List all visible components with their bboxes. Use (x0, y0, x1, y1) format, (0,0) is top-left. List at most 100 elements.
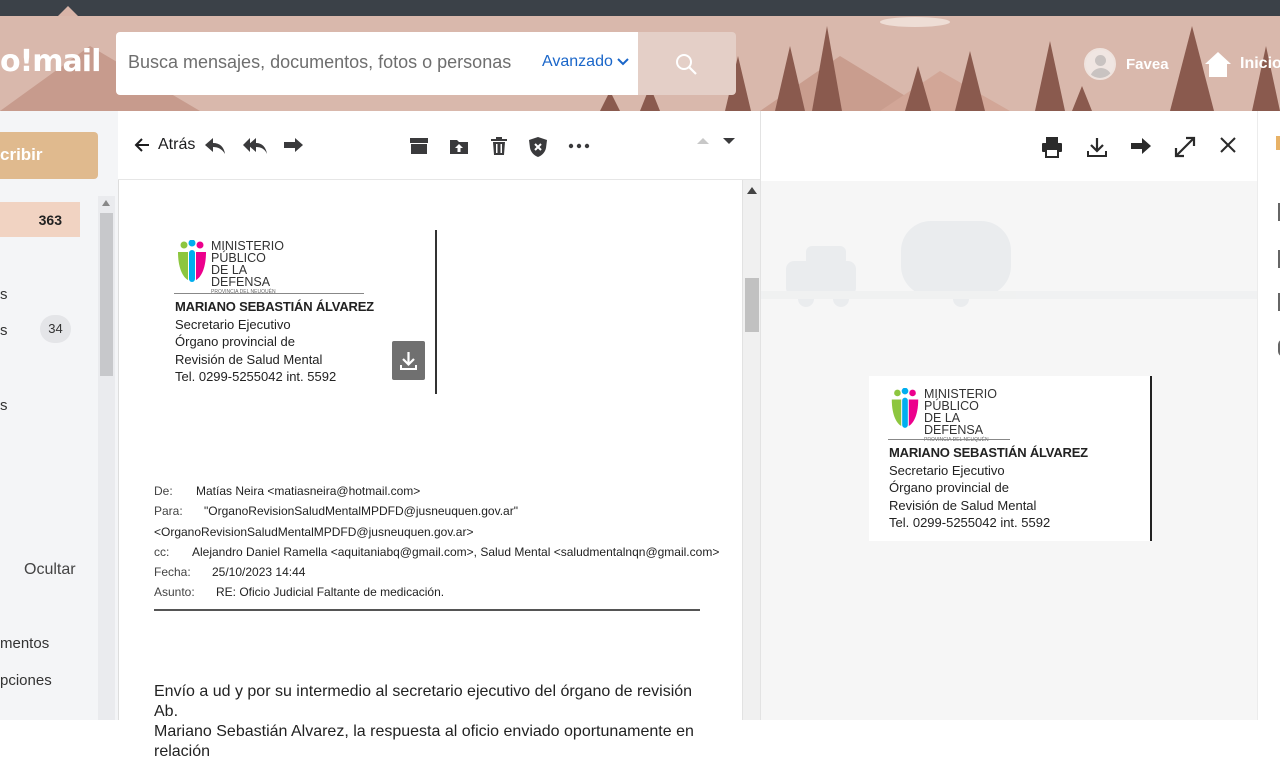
search-button[interactable] (638, 32, 736, 95)
sidebar-item-documents[interactable]: mentos (0, 635, 49, 652)
home-icon (1205, 52, 1231, 77)
spam-button[interactable] (528, 136, 548, 158)
rail-icon-1[interactable] (1276, 136, 1280, 150)
preview-phone: Tel. 0299-5255042 int. 5592 (889, 515, 1051, 531)
signature-role: Secretario Ejecutivo (175, 316, 291, 332)
from-value: Matías Neira <matiasneira@hotmail.com> (196, 484, 421, 498)
chevron-down-icon (617, 54, 629, 69)
scroll-thumb[interactable] (745, 278, 759, 332)
reply-button[interactable] (204, 136, 226, 156)
sidebar-item-inbox[interactable]: 363 (0, 202, 80, 237)
inbox-count: 363 (38, 212, 62, 228)
forward-attachment-button[interactable] (1130, 136, 1152, 156)
preview-org-line-4: PROVINCIA DEL NEUQUÉN (924, 437, 989, 443)
sidebar-item-2[interactable]: s (0, 322, 8, 339)
preview-divider (888, 439, 1010, 440)
reply-all-icon (243, 138, 267, 154)
triangle-up-icon (697, 138, 709, 144)
cc-value: Alejandro Daniel Ramella <aquitaniabq@gm… (192, 544, 720, 559)
ministry-logo-icon (178, 240, 206, 282)
scroll-up-arrow[interactable] (102, 200, 110, 206)
ministry-logo-icon (891, 388, 919, 428)
move-to-folder-icon (450, 140, 468, 154)
sidebar-scrollbar[interactable] (98, 196, 115, 720)
advanced-label: Avanzado (542, 53, 613, 70)
user-name: Favea (1126, 55, 1169, 73)
fullscreen-button[interactable] (1174, 136, 1196, 158)
triangle-down-icon (723, 138, 735, 144)
previous-message-button[interactable] (696, 136, 710, 146)
message-toolbar: Atrás (118, 111, 760, 180)
scroll-up-arrow[interactable] (747, 187, 757, 194)
subject-label: Asunto: (154, 585, 195, 600)
preview-name: MARIANO SEBASTIÁN ÁLVAREZ (889, 445, 1088, 460)
signature-org-b: Revisión de Salud Mental (175, 351, 323, 367)
header-divider (154, 609, 700, 611)
cc-label: cc: (154, 544, 170, 559)
email-header-details: De: Matías Neira <matiasneira@hotmail.com… (154, 484, 719, 611)
date-label: Fecha: (154, 565, 191, 580)
body-line-2: Mariano Sebastián Alvarez, la respuesta … (154, 723, 694, 760)
attachment-image[interactable]: MINISTERIO PÚBLICO DE LA DEFENSA PROVINC… (869, 376, 1152, 541)
date-value: 25/10/2023 14:44 (212, 565, 306, 580)
reply-all-button[interactable] (242, 136, 268, 156)
sidebar-item-1[interactable]: s (0, 286, 8, 303)
org-name: MINISTERIO PÚBLICO DE LA DEFENSA PROVINC… (211, 240, 284, 295)
forward-button[interactable] (282, 136, 304, 156)
avatar (1084, 48, 1116, 80)
search-input[interactable] (128, 52, 528, 73)
header: o!mail Avanzado Favea Inicio (0, 16, 1280, 111)
download-icon (1087, 138, 1107, 157)
print-button[interactable] (1041, 136, 1063, 158)
to-value: "OrganoRevisionSaludMentalMPDFD@jusneuqu… (204, 504, 518, 519)
home-label: Inicio (1240, 55, 1280, 72)
app-logo[interactable]: o!mail (0, 44, 101, 79)
forward-arrow-icon (284, 138, 303, 152)
preview-role: Secretario Ejecutivo (889, 462, 1005, 478)
message-scrollbar[interactable] (742, 180, 760, 720)
signature-divider (174, 293, 364, 294)
download-button[interactable] (1086, 136, 1108, 158)
archive-icon (410, 138, 428, 154)
preview-org-a: Órgano provincial de (889, 480, 1009, 496)
sidebar-item-3[interactable]: s (0, 397, 8, 414)
close-icon (1220, 137, 1236, 153)
right-rail (1257, 111, 1280, 720)
home-link[interactable]: Inicio (1204, 50, 1280, 78)
sidebar-item-options[interactable]: pciones (0, 672, 52, 689)
to-label: Para: (154, 504, 183, 519)
back-button[interactable]: Atrás (134, 136, 195, 154)
top-strip (0, 0, 1280, 16)
from-label: De: (154, 484, 173, 498)
delete-button[interactable] (489, 136, 509, 156)
body-line-1: Envío a ud y por su intermedio al secret… (154, 683, 693, 720)
compose-button[interactable]: cribir (0, 132, 98, 179)
download-icon (400, 352, 417, 370)
signature-border (435, 230, 437, 394)
sidebar: cribir 363 s s 34 s Ocultar mentos pcion… (0, 111, 118, 720)
back-label: Atrás (158, 136, 196, 153)
user-menu[interactable]: Favea (1084, 48, 1169, 80)
more-dots-icon (568, 143, 590, 149)
forward-arrow-icon (1131, 138, 1151, 154)
hide-button[interactable]: Ocultar (24, 561, 76, 579)
reply-icon (205, 138, 225, 154)
close-preview-button[interactable] (1219, 136, 1237, 154)
signature-org-a: Órgano provincial de (175, 334, 295, 350)
archive-button[interactable] (409, 136, 429, 156)
attachment-toolbar (760, 111, 1257, 181)
download-image-button[interactable] (392, 341, 425, 380)
more-button[interactable] (568, 136, 590, 156)
next-message-button[interactable] (722, 136, 736, 146)
arrow-left-icon (134, 138, 149, 152)
scroll-thumb[interactable] (100, 213, 113, 376)
printer-icon (1042, 137, 1062, 158)
message-view: MINISTERIO PÚBLICO DE LA DEFENSA PROVINC… (118, 180, 742, 720)
expand-icon (1174, 136, 1196, 158)
org-line-3: DE LA DEFENSA (211, 263, 271, 289)
advanced-search-button[interactable]: Avanzado (542, 53, 629, 71)
attachment-preview: MINISTERIO PÚBLICO DE LA DEFENSA PROVINC… (760, 181, 1257, 720)
shield-x-icon (529, 137, 547, 157)
move-button[interactable] (449, 136, 469, 156)
compose-label: cribir (0, 145, 43, 164)
